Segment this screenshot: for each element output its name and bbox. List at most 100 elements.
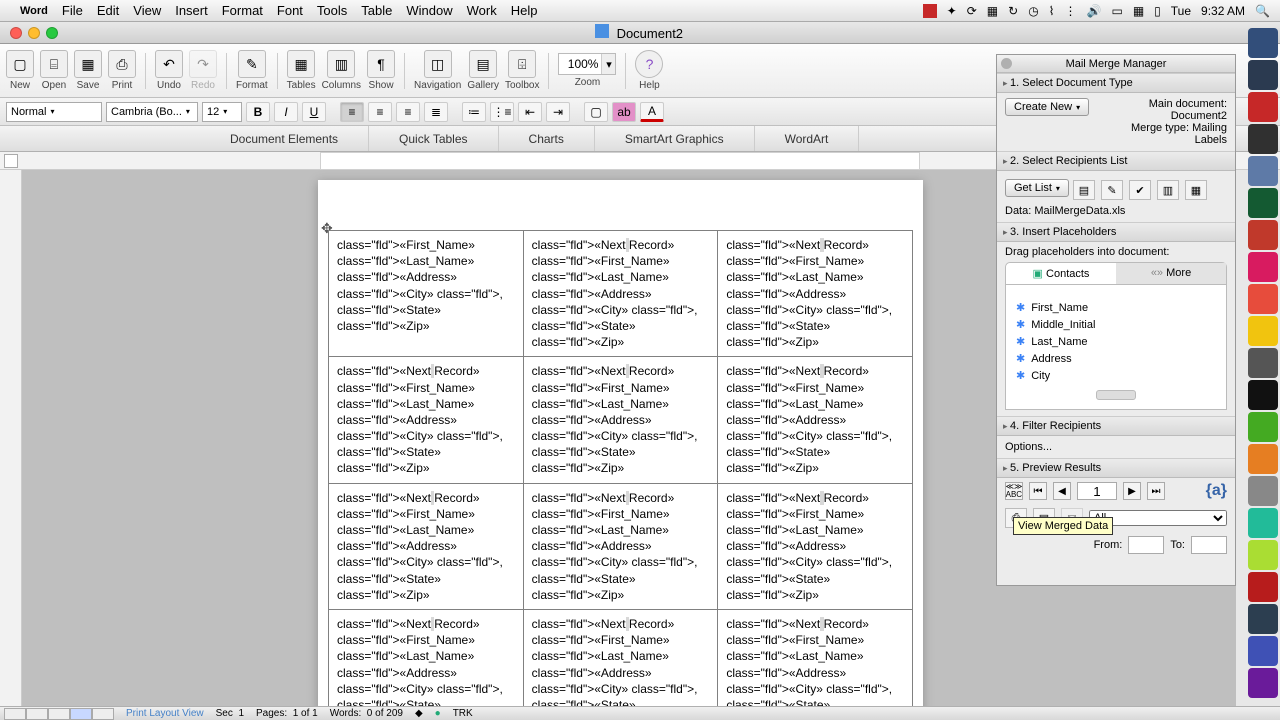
find-record-icon[interactable]: ✔︎ bbox=[1129, 180, 1151, 200]
close-button[interactable] bbox=[10, 27, 22, 39]
menu-window[interactable]: Window bbox=[406, 3, 452, 18]
battery-icon[interactable]: ▭ bbox=[1111, 4, 1122, 18]
tables-button[interactable]: ▦Tables bbox=[287, 50, 316, 91]
navigation-button[interactable]: ◫Navigation bbox=[414, 50, 461, 91]
first-record-button[interactable]: ⏮ bbox=[1029, 482, 1047, 500]
dock-app-16[interactable] bbox=[1248, 540, 1278, 570]
dock-app-10[interactable] bbox=[1248, 348, 1278, 378]
minimize-button[interactable] bbox=[28, 27, 40, 39]
menu-format[interactable]: Format bbox=[222, 3, 263, 18]
sync-icon[interactable]: ↻ bbox=[1008, 4, 1018, 18]
spotlight-icon[interactable]: 🔍 bbox=[1255, 4, 1270, 18]
next-record-button[interactable]: ▶ bbox=[1123, 482, 1141, 500]
align-justify-button[interactable]: ≣ bbox=[424, 102, 448, 122]
record-number-input[interactable] bbox=[1077, 482, 1117, 500]
help-button[interactable]: ?Help bbox=[635, 50, 663, 91]
dock-app-15[interactable] bbox=[1248, 508, 1278, 538]
label-cell[interactable]: class="fld">«Next Record» class="fld">«F… bbox=[718, 231, 913, 357]
dock-app-19[interactable] bbox=[1248, 636, 1278, 666]
wifi-icon[interactable]: ⋮ bbox=[1065, 4, 1077, 18]
indent-button[interactable]: ⇥ bbox=[546, 102, 570, 122]
italic-button[interactable]: I bbox=[274, 102, 298, 122]
prev-record-button[interactable]: ◀ bbox=[1053, 482, 1071, 500]
open-data-source-icon[interactable]: ▤ bbox=[1073, 180, 1095, 200]
align-left-button[interactable]: ≡ bbox=[340, 102, 364, 122]
tab-quick-tables[interactable]: Quick Tables bbox=[369, 126, 498, 151]
to-input[interactable] bbox=[1191, 536, 1227, 554]
align-center-button[interactable]: ≡ bbox=[368, 102, 392, 122]
highlight-button[interactable]: ab bbox=[612, 102, 636, 122]
zoom-button[interactable] bbox=[46, 27, 58, 39]
menu-work[interactable]: Work bbox=[467, 3, 497, 18]
options-link[interactable]: Options... bbox=[997, 436, 1235, 458]
menu-view[interactable]: View bbox=[133, 3, 161, 18]
placeholder-last_name[interactable]: Last_Name bbox=[1012, 333, 1220, 350]
app-name[interactable]: Word bbox=[20, 5, 48, 17]
dock-app-12[interactable] bbox=[1248, 412, 1278, 442]
app1-icon[interactable]: ▦ bbox=[987, 4, 998, 18]
tab-wordart[interactable]: WordArt bbox=[755, 126, 860, 151]
menu-insert[interactable]: Insert bbox=[175, 3, 208, 18]
print-button[interactable]: ⎙Print bbox=[108, 50, 136, 91]
menu-tools[interactable]: Tools bbox=[317, 3, 347, 18]
show-button[interactable]: ¶Show bbox=[367, 50, 395, 91]
bold-button[interactable]: B bbox=[246, 102, 270, 122]
mmm-step-4[interactable]: 4. Filter Recipients bbox=[997, 416, 1235, 436]
placeholder-address[interactable]: Address bbox=[1012, 350, 1220, 367]
screenflow-icon[interactable]: ⟳ bbox=[967, 4, 977, 18]
dock-app-9[interactable] bbox=[1248, 316, 1278, 346]
trk-label[interactable]: TRK bbox=[453, 708, 473, 719]
menu-file[interactable]: File bbox=[62, 3, 83, 18]
tab-contacts[interactable]: ▣ Contacts bbox=[1006, 263, 1116, 284]
label-cell[interactable]: class="fld">«Next Record» class="fld">«F… bbox=[718, 609, 913, 706]
fill-in-icon[interactable]: ▦ bbox=[1185, 180, 1207, 200]
clock-time[interactable]: 9:32 AM bbox=[1201, 4, 1245, 18]
new-button[interactable]: ▢New bbox=[6, 50, 34, 91]
label-cell[interactable]: class="fld">«Next Record» class="fld">«F… bbox=[523, 231, 718, 357]
dock-app-3[interactable] bbox=[1248, 124, 1278, 154]
menu-table[interactable]: Table bbox=[361, 3, 392, 18]
dock-app-18[interactable] bbox=[1248, 604, 1278, 634]
dock-app-1[interactable] bbox=[1248, 60, 1278, 90]
flag-icon[interactable]: ▯ bbox=[1154, 4, 1161, 18]
redo-button[interactable]: ↷Redo bbox=[189, 50, 217, 91]
print-layout-view-button[interactable] bbox=[70, 708, 92, 720]
dock-app-6[interactable] bbox=[1248, 220, 1278, 250]
toolbox-button[interactable]: ⌹Toolbox bbox=[505, 50, 539, 91]
mmm-step-5[interactable]: 5. Preview Results bbox=[997, 458, 1235, 478]
label-cell[interactable]: class="fld">«Next Record» class="fld">«F… bbox=[329, 357, 524, 483]
label-cell[interactable]: class="fld">«Next Record» class="fld">«F… bbox=[329, 483, 524, 609]
tab-smartart[interactable]: SmartArt Graphics bbox=[595, 126, 755, 151]
dock-app-0[interactable] bbox=[1248, 28, 1278, 58]
label-cell[interactable]: class="fld">«Next Record» class="fld">«F… bbox=[718, 483, 913, 609]
mmm-step-2[interactable]: 2. Select Recipients List bbox=[997, 151, 1235, 171]
dock-app-13[interactable] bbox=[1248, 444, 1278, 474]
edit-data-source-icon[interactable]: ✎ bbox=[1101, 180, 1123, 200]
bullets-button[interactable]: ⋮≡ bbox=[490, 102, 514, 122]
clock-day[interactable]: Tue bbox=[1171, 4, 1191, 18]
dock-app-7[interactable] bbox=[1248, 252, 1278, 282]
dock-app-5[interactable] bbox=[1248, 188, 1278, 218]
field-codes-button[interactable]: {a} bbox=[1206, 482, 1227, 500]
publishing-view-button[interactable] bbox=[48, 708, 70, 720]
numbering-button[interactable]: ≔ bbox=[462, 102, 486, 122]
font-select[interactable]: Cambria (Bo...▾ bbox=[106, 102, 198, 122]
label-cell[interactable]: class="fld">«Next Record» class="fld">«F… bbox=[523, 483, 718, 609]
date-icon[interactable]: ▦ bbox=[1133, 4, 1144, 18]
menu-edit[interactable]: Edit bbox=[97, 3, 119, 18]
spell-ok-icon[interactable]: ● bbox=[435, 708, 441, 719]
dock-app-17[interactable] bbox=[1248, 572, 1278, 602]
bluetooth-icon[interactable]: ⌇ bbox=[1049, 4, 1055, 18]
placeholder-city[interactable]: City bbox=[1012, 367, 1220, 384]
notebook-view-button[interactable] bbox=[92, 708, 114, 720]
underline-button[interactable]: U bbox=[302, 102, 326, 122]
undo-button[interactable]: ↶Undo bbox=[155, 50, 183, 91]
outdent-button[interactable]: ⇤ bbox=[518, 102, 542, 122]
dock-app-8[interactable] bbox=[1248, 284, 1278, 314]
tab-more[interactable]: «» More bbox=[1116, 263, 1226, 284]
dock-app-14[interactable] bbox=[1248, 476, 1278, 506]
time-machine-icon[interactable]: ◷ bbox=[1028, 4, 1038, 18]
style-select[interactable]: Normal▾ bbox=[6, 102, 102, 122]
spell-check-icon[interactable]: ◆ bbox=[415, 708, 423, 719]
columns-button[interactable]: ▥Columns bbox=[322, 50, 361, 91]
